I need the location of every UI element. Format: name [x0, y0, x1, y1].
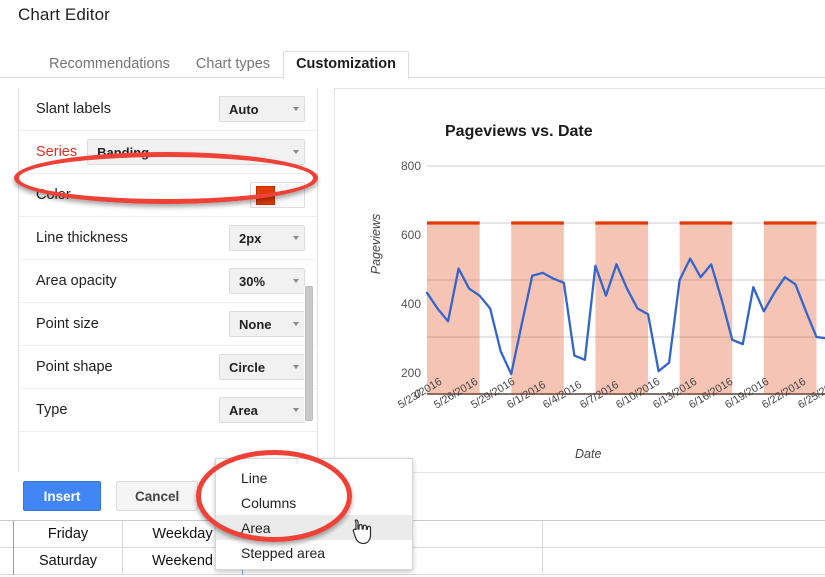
chart-x-axis-title: Date	[575, 447, 602, 461]
menu-item-area[interactable]: Area	[216, 515, 412, 540]
cell-day[interactable]: Saturday	[14, 547, 123, 575]
line-thickness-value: 2px	[239, 230, 262, 246]
tab-chart-types[interactable]: Chart types	[183, 52, 283, 79]
cell-day[interactable]: Friday	[14, 521, 123, 548]
row-gutter	[0, 547, 14, 575]
chevron-down-icon	[293, 236, 299, 240]
setting-row-series: Series Banding	[19, 131, 317, 174]
point-size-select[interactable]: None	[229, 311, 305, 337]
setting-row-area-opacity: Area opacity 30%	[19, 260, 317, 303]
chart-preview-panel: Pageviews vs. Date Pageviews 800 600 400…	[334, 88, 825, 473]
setting-row-type: Type Area	[19, 389, 317, 432]
cell-empty-2[interactable]	[543, 548, 688, 575]
menu-item-columns[interactable]: Columns	[216, 490, 412, 515]
settings-scrollbar[interactable]	[304, 286, 314, 421]
customization-settings-panel: Slant labels Auto Series Banding Color L…	[18, 88, 318, 520]
tab-recommendations[interactable]: Recommendations	[36, 52, 183, 79]
chevron-down-icon	[293, 279, 299, 283]
tab-strip: Recommendations Chart types Customizatio…	[36, 51, 409, 79]
setting-label-color: Color	[36, 187, 71, 203]
area-opacity-select[interactable]: 30%	[229, 268, 305, 294]
slant-labels-select[interactable]: Auto	[219, 96, 305, 122]
setting-label-series: Series	[36, 144, 78, 160]
setting-label-slant-labels: Slant labels	[36, 101, 111, 117]
slant-labels-value: Auto	[229, 101, 259, 117]
setting-row-color: Color	[19, 174, 317, 217]
chevron-down-icon	[293, 408, 299, 412]
setting-row-slant-labels: Slant labels Auto	[19, 88, 317, 131]
color-swatch	[256, 185, 275, 205]
series-select[interactable]: Banding	[87, 139, 305, 165]
chevron-down-icon	[293, 322, 299, 326]
setting-label-point-shape: Point shape	[36, 359, 113, 375]
tab-customization[interactable]: Customization	[283, 51, 409, 79]
type-value: Area	[229, 402, 258, 418]
setting-label-line-thickness: Line thickness	[36, 230, 128, 246]
cancel-button[interactable]: Cancel	[116, 481, 199, 511]
setting-label-point-size: Point size	[36, 316, 99, 332]
chevron-down-icon	[293, 107, 299, 111]
setting-row-point-size: Point size None	[19, 303, 317, 346]
setting-row-point-shape: Point shape Circle	[19, 346, 317, 389]
chart-plot-area	[425, 165, 825, 395]
row-gutter	[0, 521, 14, 548]
point-shape-select[interactable]: Circle	[219, 354, 305, 380]
chevron-down-icon	[293, 150, 299, 154]
series-color-select[interactable]	[250, 182, 305, 208]
chevron-down-icon	[293, 365, 299, 369]
line-thickness-select[interactable]: 2px	[229, 225, 305, 251]
page-title: Chart Editor	[18, 5, 110, 24]
insert-button[interactable]: Insert	[23, 481, 101, 511]
type-select[interactable]: Area	[219, 397, 305, 423]
area-opacity-value: 30%	[239, 273, 266, 289]
menu-item-line[interactable]: Line	[216, 465, 412, 490]
setting-label-type: Type	[36, 402, 68, 418]
point-shape-value: Circle	[229, 359, 266, 375]
setting-label-area-opacity: Area opacity	[36, 273, 117, 289]
point-size-value: None	[239, 316, 272, 332]
type-dropdown-menu[interactable]: Line Columns Area Stepped area	[215, 458, 413, 570]
menu-item-stepped-area[interactable]: Stepped area	[216, 540, 412, 565]
series-value: Banding	[97, 144, 150, 160]
cell-empty-2[interactable]	[543, 521, 688, 548]
setting-row-line-thickness: Line thickness 2px	[19, 217, 317, 260]
settings-scrollbar-thumb[interactable]	[305, 286, 313, 421]
